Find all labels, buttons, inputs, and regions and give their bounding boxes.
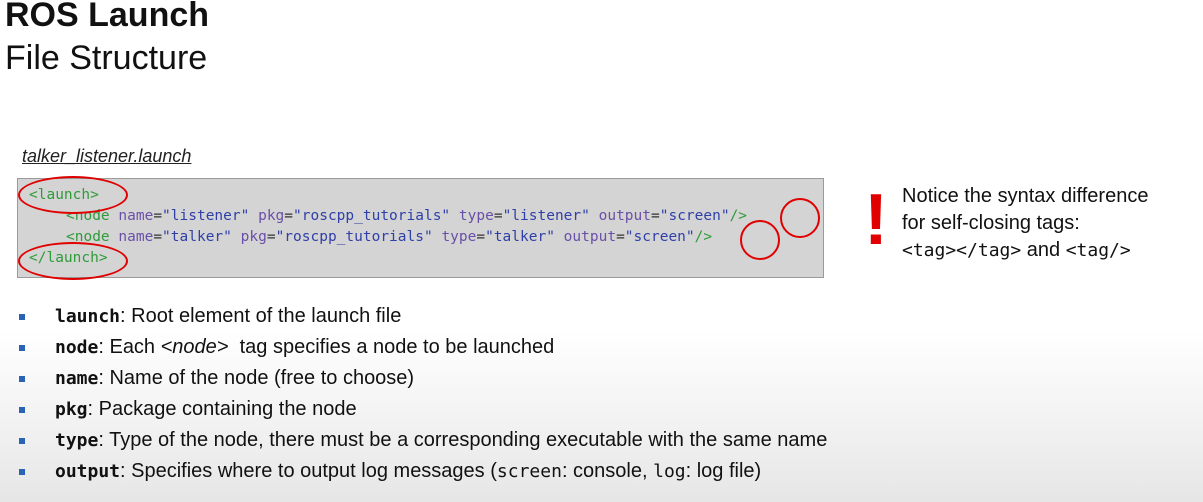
description: : console,: [561, 460, 654, 482]
keyword: node: [55, 337, 99, 358]
description: : Specifies where to output log messages…: [120, 460, 497, 482]
self-close-tag: />: [694, 229, 713, 245]
notice-and: and: [1021, 239, 1066, 261]
code-line-node-talker: <node name="talker" pkg="roscpp_tutorial…: [66, 229, 713, 245]
attr-name: output: [563, 229, 617, 245]
bullet-icon: [19, 469, 25, 475]
attr-value: "talker": [162, 229, 232, 245]
self-closing-example: <tag/>: [1065, 240, 1131, 261]
self-close-tag: />: [729, 208, 748, 224]
notice-line-2: for self-closing tags:: [902, 212, 1080, 234]
attr-value: "talker": [485, 229, 555, 245]
description: : Type of the node, there must be a corr…: [98, 429, 828, 451]
bullet-icon: [19, 407, 25, 413]
italic-tag: <node>: [160, 336, 229, 358]
syntax-notice: Notice the syntax difference for self-cl…: [902, 183, 1148, 264]
slide-title: ROS Launch: [5, 0, 210, 34]
keyword: output: [55, 461, 121, 482]
attr-name: pkg: [240, 229, 267, 245]
attr-value: "roscpp_tutorials": [293, 208, 451, 224]
attr-name: pkg: [258, 208, 285, 224]
attr-name: output: [598, 208, 651, 224]
attr-value: "screen": [659, 208, 730, 224]
slide-subtitle: File Structure: [5, 39, 208, 77]
bullet-icon: [19, 345, 25, 351]
attr-name: type: [441, 229, 477, 245]
file-name-label: talker_listener.launch: [22, 146, 192, 166]
tag-pair-example: <tag></tag>: [902, 240, 1022, 261]
attr-name: name: [118, 208, 154, 224]
description: : Each: [98, 336, 161, 358]
bullet-icon: [19, 438, 25, 444]
highlight-circle-launch-open: [18, 176, 128, 214]
attr-value: "roscpp_tutorials": [275, 229, 433, 245]
attr-value: "listener": [502, 208, 590, 224]
description: tag specifies a node to be launched: [228, 336, 555, 358]
attr-value: "listener": [162, 208, 250, 224]
description: : Package containing the node: [87, 398, 357, 420]
notice-line-3: <tag></tag> and <tag/>: [902, 237, 1148, 264]
highlight-circle-self-close-1: [780, 198, 820, 238]
keyword: name: [55, 368, 99, 389]
exclamation-icon: !: [864, 180, 888, 260]
keyword: launch: [55, 306, 121, 327]
mono-term: screen: [496, 461, 562, 482]
bullet-icon: [19, 376, 25, 382]
description: : log file): [685, 460, 762, 482]
attr-name: type: [458, 208, 494, 224]
description: : Root element of the launch file: [120, 305, 402, 327]
attr-value: "screen": [624, 229, 695, 245]
mono-term: log: [653, 461, 686, 482]
highlight-circle-launch-close: [18, 242, 128, 280]
code-block: <launch> <node name="listener" pkg="rosc…: [17, 178, 824, 278]
notice-line-1: Notice the syntax difference: [902, 185, 1149, 207]
description: : Name of the node (free to choose): [98, 367, 415, 389]
highlight-circle-self-close-2: [740, 220, 780, 260]
attr-name: name: [118, 229, 154, 245]
keyword: type: [55, 430, 99, 451]
bullet-icon: [19, 314, 25, 320]
code-line-node-listener: <node name="listener" pkg="roscpp_tutori…: [66, 208, 748, 224]
keyword: pkg: [55, 399, 88, 420]
